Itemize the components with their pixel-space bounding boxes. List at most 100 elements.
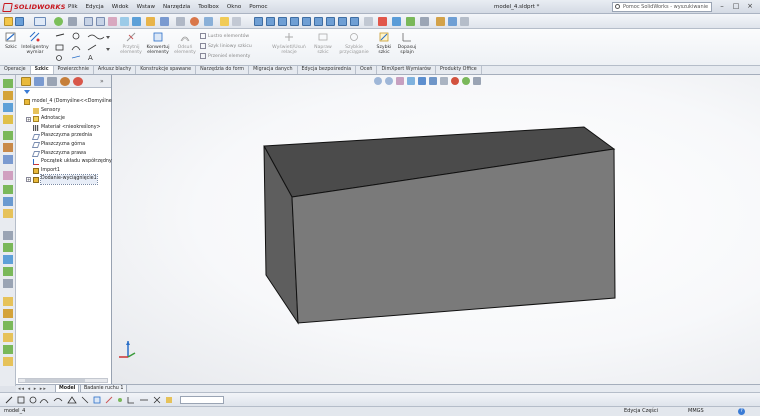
menu-insert[interactable]: Wstaw <box>133 2 159 12</box>
chamfer-icon[interactable] <box>3 143 13 152</box>
scrollbar-thumb[interactable] <box>25 379 85 382</box>
line-icon[interactable] <box>3 231 13 240</box>
tab-mold-tools[interactable]: Narzędzia do form <box>196 66 250 74</box>
tab-office-products[interactable]: Produkty Office <box>436 66 482 74</box>
zoom-fit-icon[interactable] <box>84 17 93 26</box>
new-document-icon[interactable] <box>4 17 13 26</box>
convert-tool-icon[interactable] <box>3 345 13 354</box>
trimetric-view-icon[interactable] <box>338 17 347 26</box>
tree-item-right-plane[interactable]: Płaszczyzna prawa <box>16 150 111 159</box>
relations-tool-icon[interactable] <box>3 309 13 318</box>
open-icon[interactable] <box>15 17 24 26</box>
offset-entities-button[interactable]: Odsuń elementy <box>172 31 198 55</box>
mirror-feature-icon[interactable] <box>3 185 13 194</box>
fillet-icon[interactable] <box>3 131 13 140</box>
dimxpert-tab-icon[interactable] <box>60 77 70 86</box>
tab-weldments[interactable]: Konstrukcje spawane <box>136 66 197 74</box>
help-icon[interactable]: ? <box>738 408 745 415</box>
zoom-in-icon[interactable] <box>392 17 401 26</box>
menu-tools[interactable]: Narzędzia <box>159 2 194 12</box>
tab-data-migration[interactable]: Migracja danych <box>249 66 298 74</box>
measure-icon[interactable] <box>436 17 445 26</box>
close-button[interactable]: × <box>744 1 756 12</box>
right-view-icon[interactable] <box>290 17 299 26</box>
extrude-boss-icon[interactable] <box>3 79 13 88</box>
tree-item-extrude1[interactable]: + Dodanie-wyciągnięcie1 <box>16 174 111 185</box>
add-in-icon[interactable] <box>406 17 415 26</box>
minimize-button[interactable]: – <box>716 1 728 12</box>
repair-sketch-button[interactable]: Napraw szkic <box>312 31 334 55</box>
sketch-entity-dropdown[interactable] <box>180 396 224 404</box>
help-search-input[interactable]: Pomoc SolidWorks - wyszukiwanie <box>612 2 712 12</box>
camera-icon[interactable] <box>232 17 241 26</box>
display-relations-button[interactable]: Wyświetl/Usuń relacje <box>272 31 306 55</box>
smart-dimension-button[interactable]: Inteligentny wymiar <box>20 31 50 55</box>
zoom-area-icon[interactable] <box>96 17 105 26</box>
options-icon[interactable] <box>68 17 77 26</box>
dimension-icon[interactable] <box>3 297 13 306</box>
feature-tree-tab-icon[interactable] <box>21 77 31 86</box>
standard-views-icon[interactable] <box>132 17 141 26</box>
maximize-button[interactable]: □ <box>730 1 742 12</box>
left-view-icon[interactable] <box>278 17 287 26</box>
rotate-view-icon[interactable] <box>108 17 117 26</box>
menu-toolbox[interactable]: Toolbox <box>194 2 223 12</box>
tree-item-sensors[interactable]: Sensory <box>16 107 111 116</box>
sketch-button[interactable]: Szkic <box>3 31 19 50</box>
expand-toggle[interactable]: + <box>26 177 31 183</box>
isometric-view-icon[interactable] <box>326 17 335 26</box>
tree-item-import1[interactable]: Import1 <box>16 167 111 176</box>
select-icon[interactable] <box>34 17 46 26</box>
tree-item-front-plane[interactable]: Płaszczyzna przednia <box>16 132 111 141</box>
tree-item-top-plane[interactable]: Płaszczyzna górna <box>16 141 111 150</box>
appearance-icon[interactable] <box>190 17 199 26</box>
menu-edit[interactable]: Edycja <box>82 2 108 12</box>
tree-filter[interactable] <box>18 89 108 96</box>
sketch-tool-icon[interactable] <box>3 357 13 366</box>
tab-dimxpert[interactable]: DimXpert Wymiarów <box>377 66 436 74</box>
scene-icon[interactable] <box>204 17 213 26</box>
mirror-entities-button[interactable]: Lustro elementów <box>200 33 249 39</box>
curves-icon[interactable] <box>3 209 13 218</box>
tab-surfaces[interactable]: Powierzchnie <box>54 66 94 74</box>
rebuild-icon[interactable] <box>54 17 63 26</box>
menu-window[interactable]: Okno <box>223 2 245 12</box>
offset-tool-icon[interactable] <box>3 333 13 342</box>
trim-tool-icon[interactable] <box>3 321 13 330</box>
reference-geometry-icon[interactable] <box>3 197 13 206</box>
menu-help[interactable]: Pomoc <box>245 2 271 12</box>
menu-file[interactable]: Plik <box>64 2 82 12</box>
quick-snaps-button[interactable]: Szybkie przyciąganie <box>338 31 370 55</box>
hide-show-icon[interactable] <box>176 17 185 26</box>
sweep-icon[interactable] <box>3 103 13 112</box>
tab-sketch[interactable]: Szkic <box>30 66 54 74</box>
bottom-view-icon[interactable] <box>314 17 323 26</box>
record-icon[interactable] <box>378 17 387 26</box>
configuration-manager-tab-icon[interactable] <box>47 77 57 86</box>
trim-entities-button[interactable]: Przytnij elementy <box>118 31 144 55</box>
expand-toggle[interactable]: + <box>26 117 31 123</box>
tab-direct-editing[interactable]: Edycja bezpośrednia <box>298 66 357 74</box>
display-manager-tab-icon[interactable] <box>73 77 83 86</box>
pan-icon[interactable] <box>120 17 129 26</box>
tree-horizontal-scrollbar[interactable] <box>18 378 108 383</box>
shell-icon[interactable] <box>3 155 13 164</box>
graphics-area[interactable] <box>112 75 760 386</box>
pattern-icon[interactable] <box>3 171 13 180</box>
toolbar-more-icon[interactable] <box>460 17 469 26</box>
move-entities-button[interactable]: Przenieś elementy <box>200 53 250 59</box>
rectangle-icon[interactable] <box>3 243 13 252</box>
back-view-icon[interactable] <box>266 17 275 26</box>
rapid-sketch-button[interactable]: Szybki szkic <box>374 31 394 55</box>
tab-evaluate[interactable]: Oceń <box>356 66 378 74</box>
tab-features[interactable]: Operacje <box>0 66 31 74</box>
tree-item-material[interactable]: Materiał <nieokreślony> <box>16 124 111 133</box>
tree-root-part[interactable]: model_4 (Domyślne<<Domyślne <box>16 98 112 107</box>
linear-pattern-button[interactable]: Szyk liniowy szkicu <box>200 43 252 49</box>
circle-icon[interactable] <box>3 255 13 264</box>
property-manager-tab-icon[interactable] <box>34 77 44 86</box>
tab-sheet-metal[interactable]: Arkusz blachy <box>94 66 137 74</box>
section-view-icon[interactable] <box>146 17 155 26</box>
view-settings-icon[interactable] <box>220 17 229 26</box>
menu-view[interactable]: Widok <box>108 2 133 12</box>
